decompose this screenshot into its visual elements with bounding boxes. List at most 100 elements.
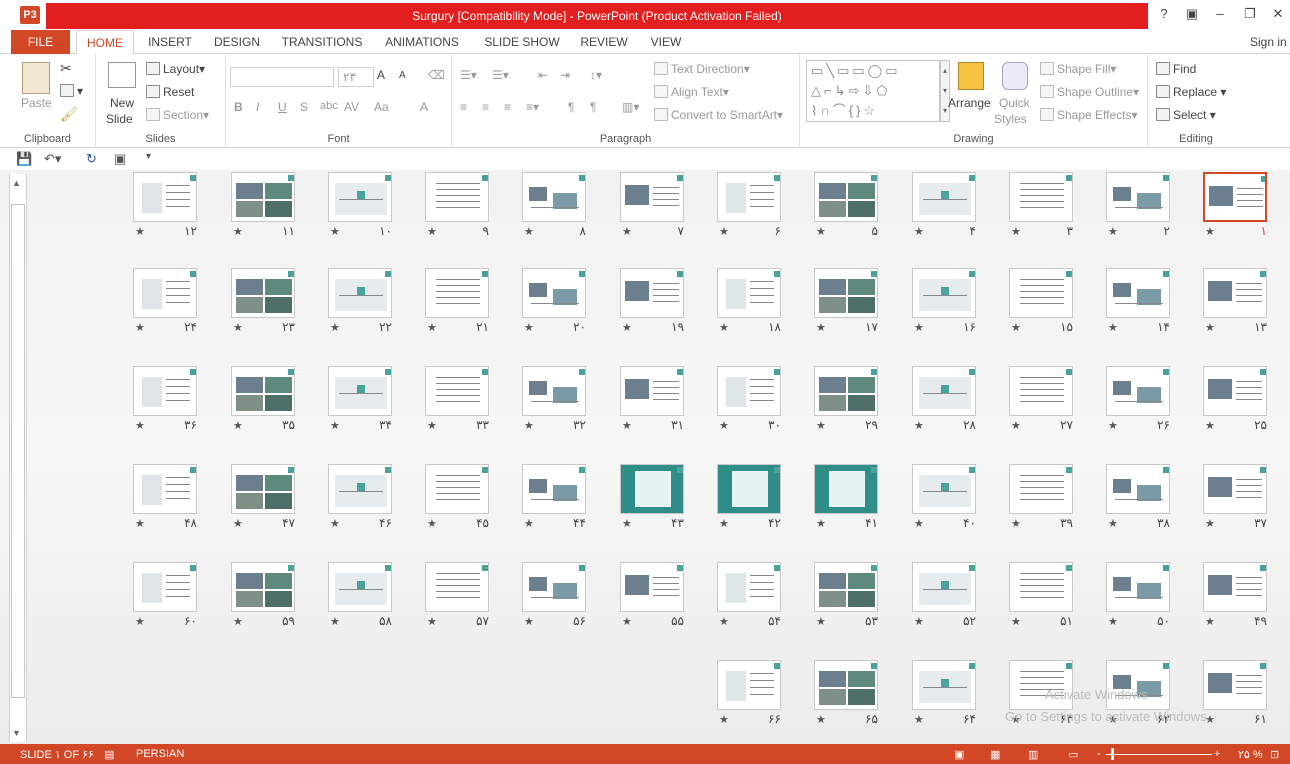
quick-styles-button-line2[interactable]: Styles <box>994 112 1027 126</box>
slide-preview[interactable] <box>620 464 684 514</box>
slide-thumbnail[interactable]: ★ ۱۵ <box>1009 268 1073 334</box>
slide-preview[interactable] <box>522 268 586 318</box>
slide-thumbnail[interactable]: ★ ۳۰ <box>717 366 781 432</box>
tab-animations[interactable]: ANIMATIONS <box>376 30 468 54</box>
slide-preview[interactable] <box>717 562 781 612</box>
tab-review[interactable]: REVIEW <box>574 30 634 54</box>
slide-thumbnail[interactable]: ★ ۱۴ <box>1106 268 1170 334</box>
transition-star-icon[interactable]: ★ <box>427 615 437 628</box>
slide-thumbnail[interactable]: ★ ۲۷ <box>1009 366 1073 432</box>
transition-star-icon[interactable]: ★ <box>524 517 534 530</box>
bullets-icon[interactable]: ☰▾ <box>460 68 477 82</box>
slide-preview[interactable] <box>620 268 684 318</box>
slide-preview[interactable] <box>1203 172 1267 222</box>
slide-preview[interactable] <box>425 562 489 612</box>
convert-smartart-button[interactable]: Convert to SmartArt▾ <box>654 108 783 122</box>
slide-preview[interactable] <box>133 366 197 416</box>
slide-thumbnail[interactable]: ★ ۳۱ <box>620 366 684 432</box>
transition-star-icon[interactable]: ★ <box>1108 517 1118 530</box>
transition-star-icon[interactable]: ★ <box>233 615 243 628</box>
slide-thumbnail[interactable]: ★ ۴۵ <box>425 464 489 530</box>
transition-star-icon[interactable]: ★ <box>622 419 632 432</box>
slide-preview[interactable] <box>231 562 295 612</box>
transition-star-icon[interactable]: ★ <box>135 225 145 238</box>
slide-preview[interactable] <box>1009 366 1073 416</box>
transition-star-icon[interactable]: ★ <box>233 517 243 530</box>
slide-preview[interactable] <box>522 562 586 612</box>
transition-star-icon[interactable]: ★ <box>1205 517 1215 530</box>
transition-star-icon[interactable]: ★ <box>914 225 924 238</box>
restore-button[interactable]: ❐ <box>1240 6 1260 22</box>
transition-star-icon[interactable]: ★ <box>135 419 145 432</box>
slide-thumbnail[interactable]: ★ ۲۵ <box>1203 366 1267 432</box>
proofing-icon[interactable]: ▤ <box>104 748 114 761</box>
transition-star-icon[interactable]: ★ <box>622 321 632 334</box>
transition-star-icon[interactable]: ★ <box>233 225 243 238</box>
slide-preview[interactable] <box>328 366 392 416</box>
new-slide-button-line2[interactable]: Slide <box>106 112 133 126</box>
transition-star-icon[interactable]: ★ <box>1205 419 1215 432</box>
slide-thumbnail[interactable]: ★ ۴۹ <box>1203 562 1267 628</box>
transition-star-icon[interactable]: ★ <box>1108 615 1118 628</box>
slide-preview[interactable] <box>814 366 878 416</box>
zoom-in-button[interactable]: + <box>1214 748 1220 760</box>
slide-thumbnail[interactable]: ★ ۳۶ <box>133 366 197 432</box>
slide-thumbnail[interactable]: ★ ۴ <box>912 172 976 238</box>
zoom-slider-knob[interactable] <box>1111 748 1114 760</box>
transition-star-icon[interactable]: ★ <box>524 419 534 432</box>
slide-preview[interactable] <box>620 562 684 612</box>
slide-preview[interactable] <box>328 562 392 612</box>
slide-thumbnail[interactable]: ★ ۵۱ <box>1009 562 1073 628</box>
transition-star-icon[interactable]: ★ <box>719 321 729 334</box>
bold-button[interactable]: B <box>234 100 243 114</box>
slide-preview[interactable] <box>912 366 976 416</box>
shape-fill-button[interactable]: Shape Fill▾ <box>1040 62 1116 76</box>
transition-star-icon[interactable]: ★ <box>427 517 437 530</box>
scroll-up-icon[interactable]: ▲ <box>12 178 21 188</box>
ribbon-display-options-icon[interactable]: ▣ <box>1182 6 1202 22</box>
slide-preview[interactable] <box>328 464 392 514</box>
slide-thumbnail[interactable]: ★ ۳۷ <box>1203 464 1267 530</box>
slide-thumbnail[interactable]: ★ ۵۰ <box>1106 562 1170 628</box>
tab-view[interactable]: VIEW <box>642 30 690 54</box>
slide-preview[interactable] <box>133 172 197 222</box>
tab-insert[interactable]: INSERT <box>140 30 200 54</box>
transition-star-icon[interactable]: ★ <box>135 517 145 530</box>
transition-star-icon[interactable]: ★ <box>524 615 534 628</box>
transition-star-icon[interactable]: ★ <box>816 615 826 628</box>
start-slideshow-icon[interactable]: ▣ <box>114 151 126 167</box>
slide-preview[interactable] <box>522 172 586 222</box>
slide-thumbnail[interactable]: ★ ۱۰ <box>328 172 392 238</box>
transition-star-icon[interactable]: ★ <box>135 321 145 334</box>
slide-sorter-icon[interactable]: ▦ <box>990 748 1000 761</box>
change-case-button[interactable]: Aa <box>374 100 389 114</box>
slide-preview[interactable] <box>522 366 586 416</box>
slide-preview[interactable] <box>231 366 295 416</box>
rtl-icon[interactable]: ¶ <box>590 100 596 114</box>
select-button[interactable]: Select ▾ <box>1156 108 1216 122</box>
slide-thumbnail[interactable]: ★ ۳۸ <box>1106 464 1170 530</box>
slide-thumbnail[interactable]: ★ ۳۴ <box>328 366 392 432</box>
transition-star-icon[interactable]: ★ <box>914 615 924 628</box>
slide-preview[interactable] <box>425 268 489 318</box>
transition-star-icon[interactable]: ★ <box>233 321 243 334</box>
transition-star-icon[interactable]: ★ <box>1108 419 1118 432</box>
slide-thumbnail[interactable]: ★ ۱۶ <box>912 268 976 334</box>
transition-star-icon[interactable]: ★ <box>816 321 826 334</box>
slide-thumbnail[interactable]: ★ ۲۶ <box>1106 366 1170 432</box>
slide-thumbnail[interactable]: ★ ۲۴ <box>133 268 197 334</box>
align-text-button[interactable]: Align Text▾ <box>654 85 729 99</box>
transition-star-icon[interactable]: ★ <box>135 615 145 628</box>
arrange-button[interactable]: Arrange <box>948 96 991 110</box>
transition-star-icon[interactable]: ★ <box>914 517 924 530</box>
slide-preview[interactable] <box>1203 464 1267 514</box>
close-button[interactable]: ✕ <box>1268 6 1288 22</box>
justify-icon[interactable]: ≡▾ <box>526 100 539 114</box>
slide-thumbnail[interactable]: ★ ۵۶ <box>522 562 586 628</box>
increase-indent-icon[interactable]: ⇥ <box>560 68 570 82</box>
slide-thumbnail[interactable]: ★ ۴۳ <box>620 464 684 530</box>
shapes-gallery[interactable]: ▭╲▭▭◯▭ △⌐↳⇨⇩⬠ ⌇∩⌒{}☆ <box>806 60 940 122</box>
slide-thumbnail[interactable]: ★ ۴۱ <box>814 464 878 530</box>
slide-thumbnail[interactable]: ★ ۶۰ <box>133 562 197 628</box>
language-indicator[interactable]: PERSIAN <box>136 748 184 760</box>
